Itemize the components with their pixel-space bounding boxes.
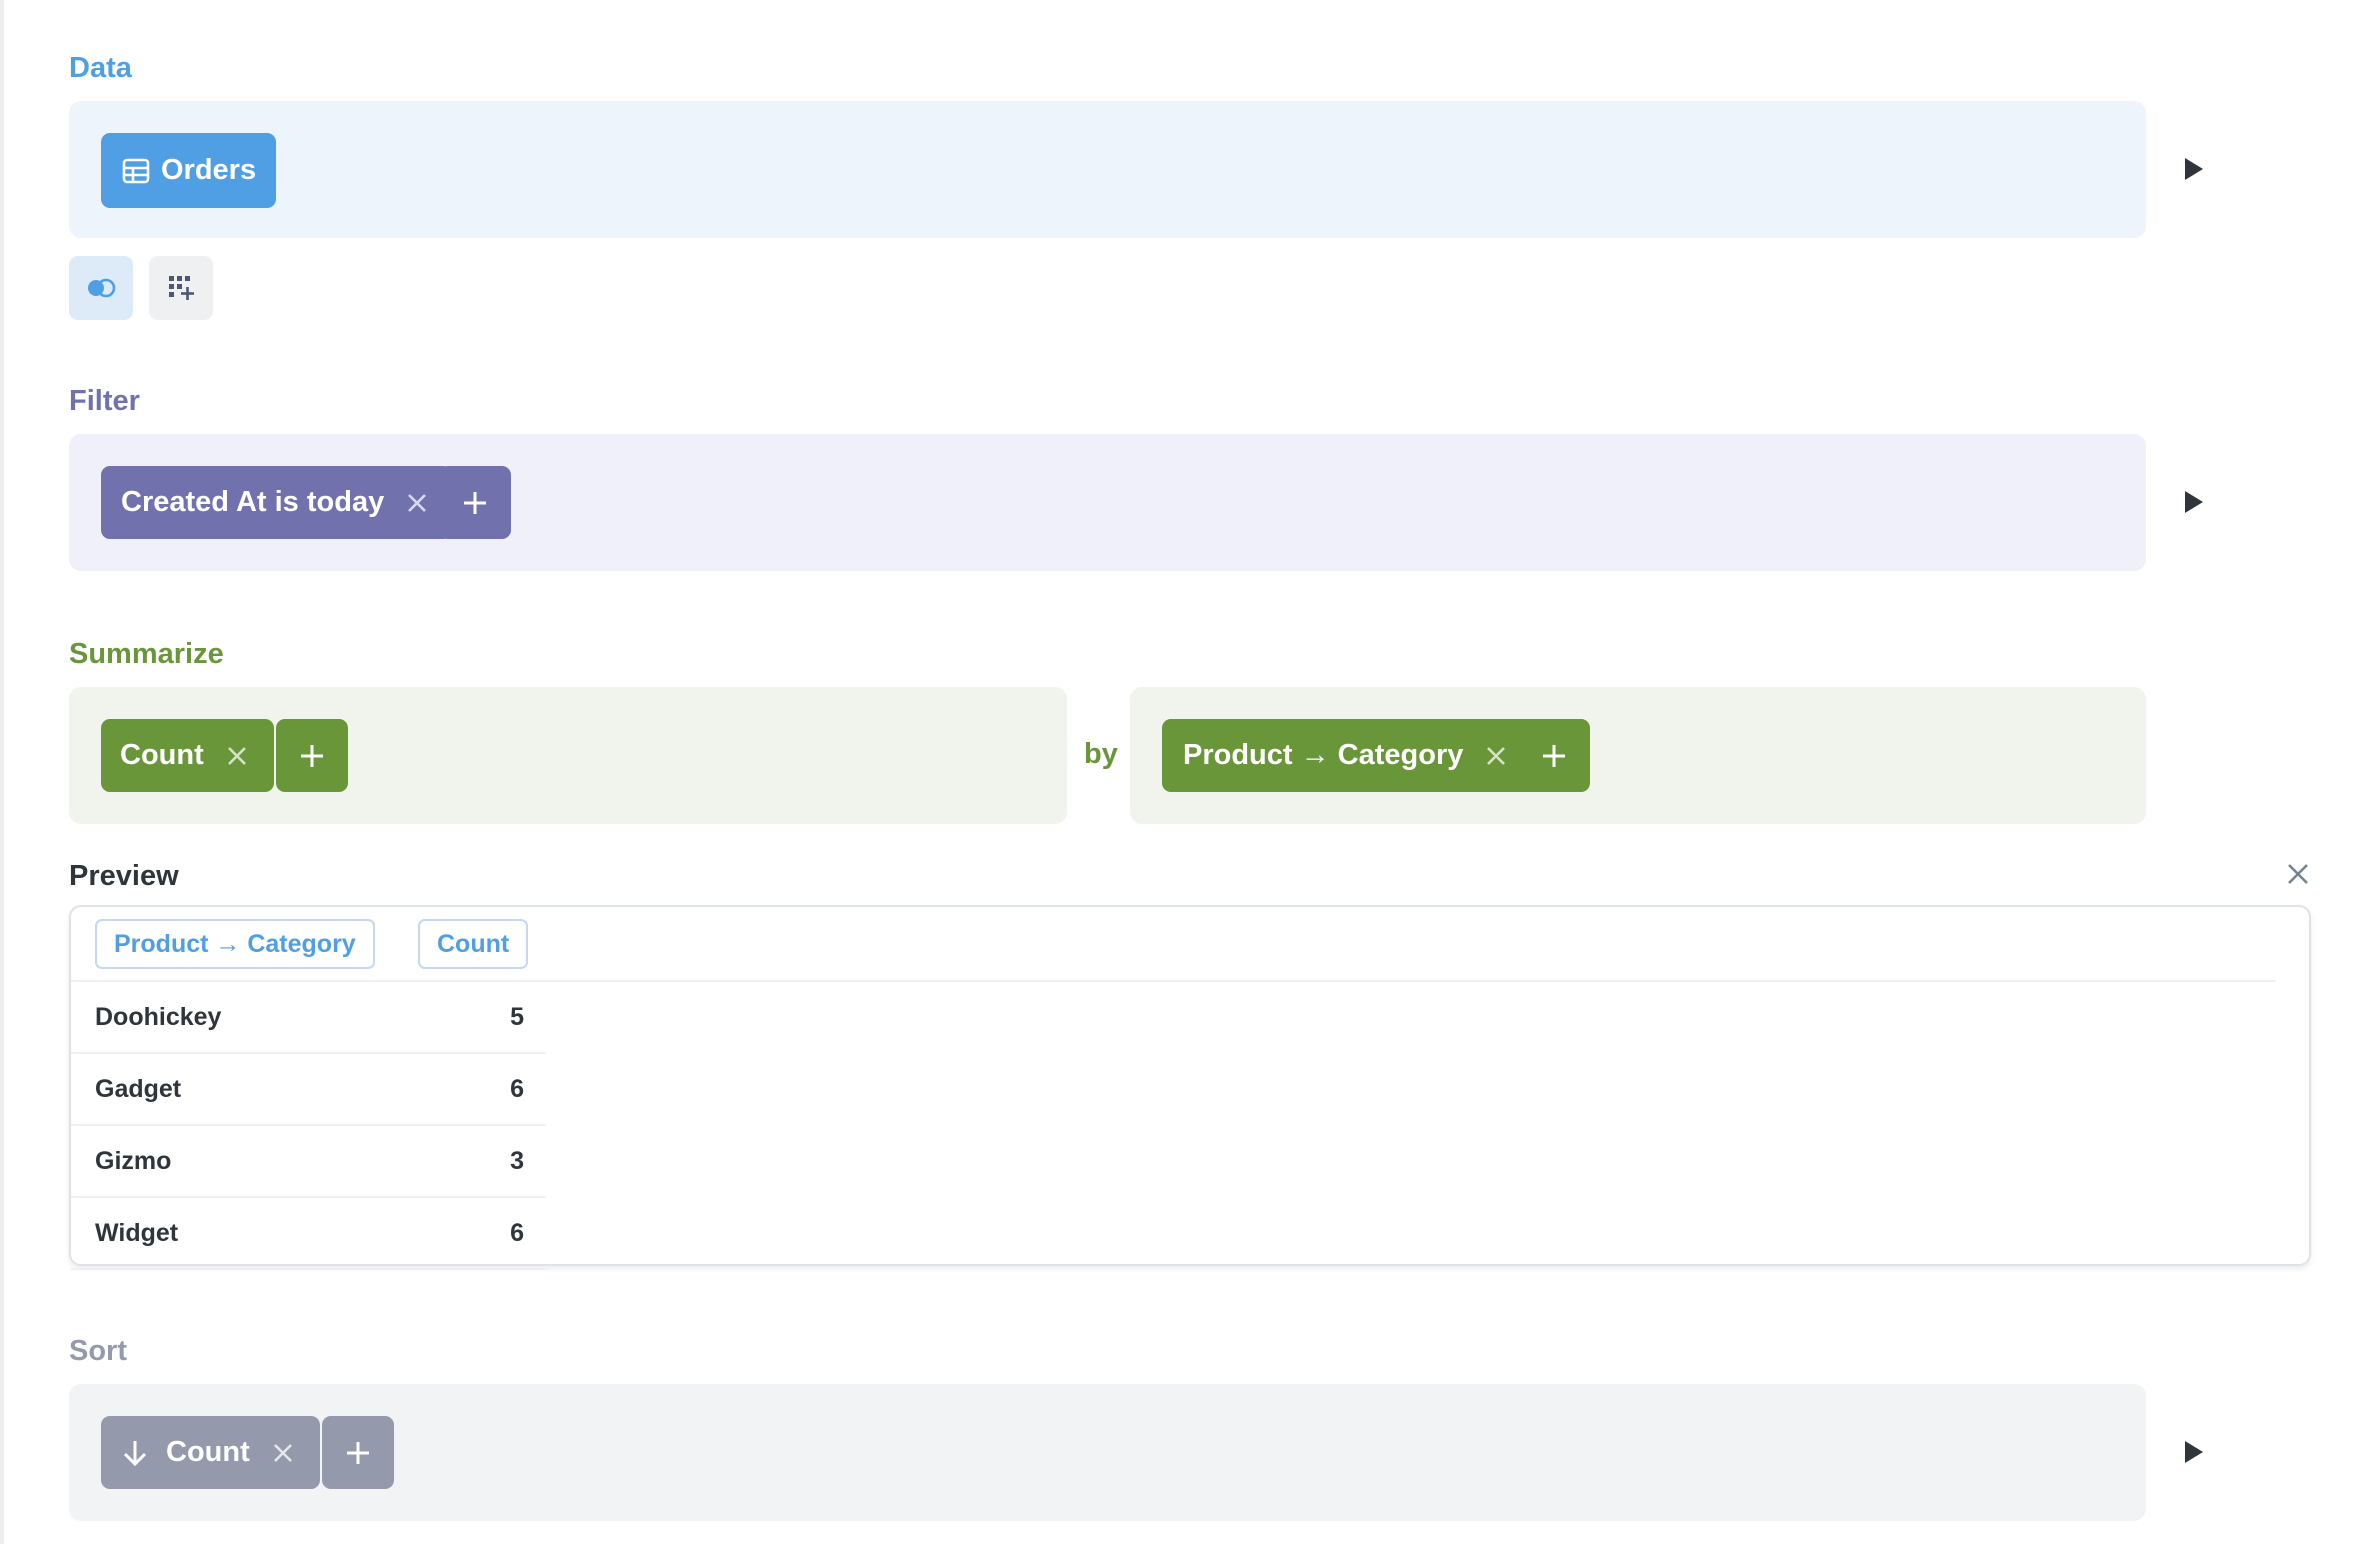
- join-data-button[interactable]: [69, 256, 133, 320]
- breakout-pill-product-category[interactable]: Product → Category: [1162, 719, 1534, 792]
- sort-step-box: Count: [69, 1384, 2146, 1521]
- data-step-box: Orders: [69, 101, 2146, 238]
- column-header-product-category[interactable]: Product → Category: [95, 919, 375, 969]
- remove-breakout-icon[interactable]: [1483, 743, 1509, 769]
- plus-icon: [461, 489, 489, 517]
- table-row: Gadget 6: [71, 1054, 546, 1126]
- run-sort-step-icon[interactable]: [2185, 1441, 2203, 1463]
- add-sort-button[interactable]: [322, 1416, 394, 1489]
- cell-category: Gizmo: [95, 1147, 172, 1175]
- metric-pill-label: Count: [120, 739, 204, 771]
- filter-pill-created-at[interactable]: Created At is today: [101, 466, 453, 539]
- by-label: by: [1084, 738, 1118, 770]
- notebook-editor: Data Orders Filter Created At is today S…: [0, 0, 2366, 1544]
- cell-count: 6: [510, 1219, 524, 1247]
- run-filter-step-icon[interactable]: [2185, 491, 2203, 513]
- sort-pill-count[interactable]: Count: [101, 1416, 320, 1489]
- custom-column-button[interactable]: [149, 256, 213, 320]
- orders-table-label: Orders: [161, 154, 257, 186]
- cell-category: Widget: [95, 1219, 179, 1247]
- cell-category: Gadget: [95, 1075, 182, 1103]
- close-preview-icon[interactable]: [2284, 860, 2312, 888]
- cell-count: 5: [510, 1003, 524, 1031]
- orders-table-button[interactable]: Orders: [101, 133, 277, 208]
- join-icon: [85, 277, 117, 299]
- run-data-step-icon[interactable]: [2185, 158, 2203, 180]
- summarize-step-label: Summarize: [69, 638, 224, 670]
- add-breakout-button[interactable]: [1518, 719, 1590, 792]
- table-row: Gizmo 3: [71, 1126, 546, 1198]
- table-row: Doohickey 5: [71, 982, 546, 1054]
- sort-step-label: Sort: [69, 1335, 127, 1367]
- preview-label: Preview: [69, 860, 179, 892]
- column-header-count[interactable]: Count: [418, 919, 529, 969]
- metric-pill-count[interactable]: Count: [101, 719, 274, 792]
- breakouts-box: Product → Category: [1130, 687, 2146, 824]
- remove-sort-icon[interactable]: [270, 1440, 296, 1466]
- remove-filter-icon[interactable]: [404, 490, 430, 516]
- filter-step-label: Filter: [69, 385, 140, 417]
- table-icon: [122, 157, 150, 185]
- plus-icon: [344, 1439, 372, 1467]
- sort-pill-label: Count: [166, 1436, 250, 1468]
- filter-step-box: Created At is today: [69, 434, 2146, 571]
- cell-count: 3: [510, 1147, 524, 1175]
- metrics-box: Count: [69, 687, 1067, 824]
- arrow-down-icon: [120, 1438, 150, 1468]
- filter-pill-label: Created At is today: [121, 486, 385, 518]
- data-step-label: Data: [69, 52, 132, 84]
- plus-icon: [1540, 742, 1568, 770]
- left-border: [0, 0, 4, 1544]
- table-row: Widget 6: [71, 1198, 546, 1270]
- add-filter-button[interactable]: [439, 466, 511, 539]
- cell-category: Doohickey: [95, 1003, 222, 1031]
- preview-table: Product → Category Count Doohickey 5 Gad…: [69, 905, 2311, 1270]
- custom-column-icon: [168, 275, 194, 301]
- cell-count: 6: [510, 1075, 524, 1103]
- remove-metric-icon[interactable]: [224, 743, 250, 769]
- add-metric-button[interactable]: [276, 719, 348, 792]
- plus-icon: [298, 742, 326, 770]
- breakout-pill-label: Product → Category: [1183, 739, 1464, 771]
